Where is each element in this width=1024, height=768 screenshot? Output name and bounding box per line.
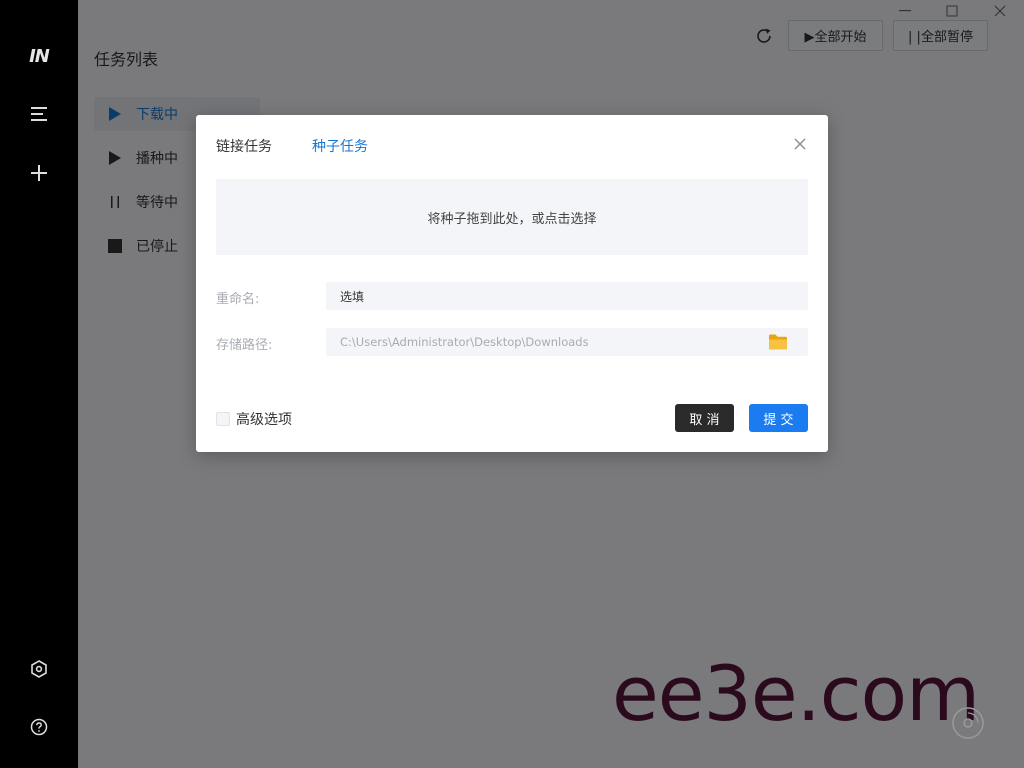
tab-torrent-task[interactable]: 种子任务 [312,136,368,156]
watermark-text: ee3e.com [612,649,980,738]
dropzone-text: 将种子拖到此处，或点击选择 [427,211,597,227]
torrent-dropzone[interactable]: 将种子拖到此处，或点击选择 [216,179,808,255]
folder-icon[interactable] [768,333,788,351]
advanced-options-checkbox[interactable] [216,412,230,426]
rename-input-value: 选填 [340,289,365,304]
rename-label: 重命名: [216,292,260,307]
path-input[interactable]: C:\Users\Administrator\Desktop\Downloads [326,328,808,356]
new-task-dialog: 链接任务 种子任务 将种子拖到此处，或点击选择 重命名: 选填 存储路径: C:… [196,115,828,452]
path-input-value: C:\Users\Administrator\Desktop\Downloads [340,335,589,349]
advanced-options[interactable]: 高级选项 [216,409,292,429]
add-task-icon[interactable] [27,161,51,185]
left-rail: IN [0,0,78,768]
disc-icon [952,707,984,739]
advanced-options-label: 高级选项 [236,412,292,428]
submit-button[interactable]: 提 交 [749,404,808,432]
tab-link-task[interactable]: 链接任务 [216,136,272,156]
settings-icon[interactable] [27,657,51,681]
app-logo: IN [29,46,50,67]
cancel-button[interactable]: 取 消 [675,404,734,432]
menu-icon[interactable] [27,102,51,126]
path-label: 存储路径: [216,338,273,353]
rename-input[interactable]: 选填 [326,282,808,310]
help-icon[interactable] [27,715,51,739]
close-icon[interactable] [792,136,808,152]
